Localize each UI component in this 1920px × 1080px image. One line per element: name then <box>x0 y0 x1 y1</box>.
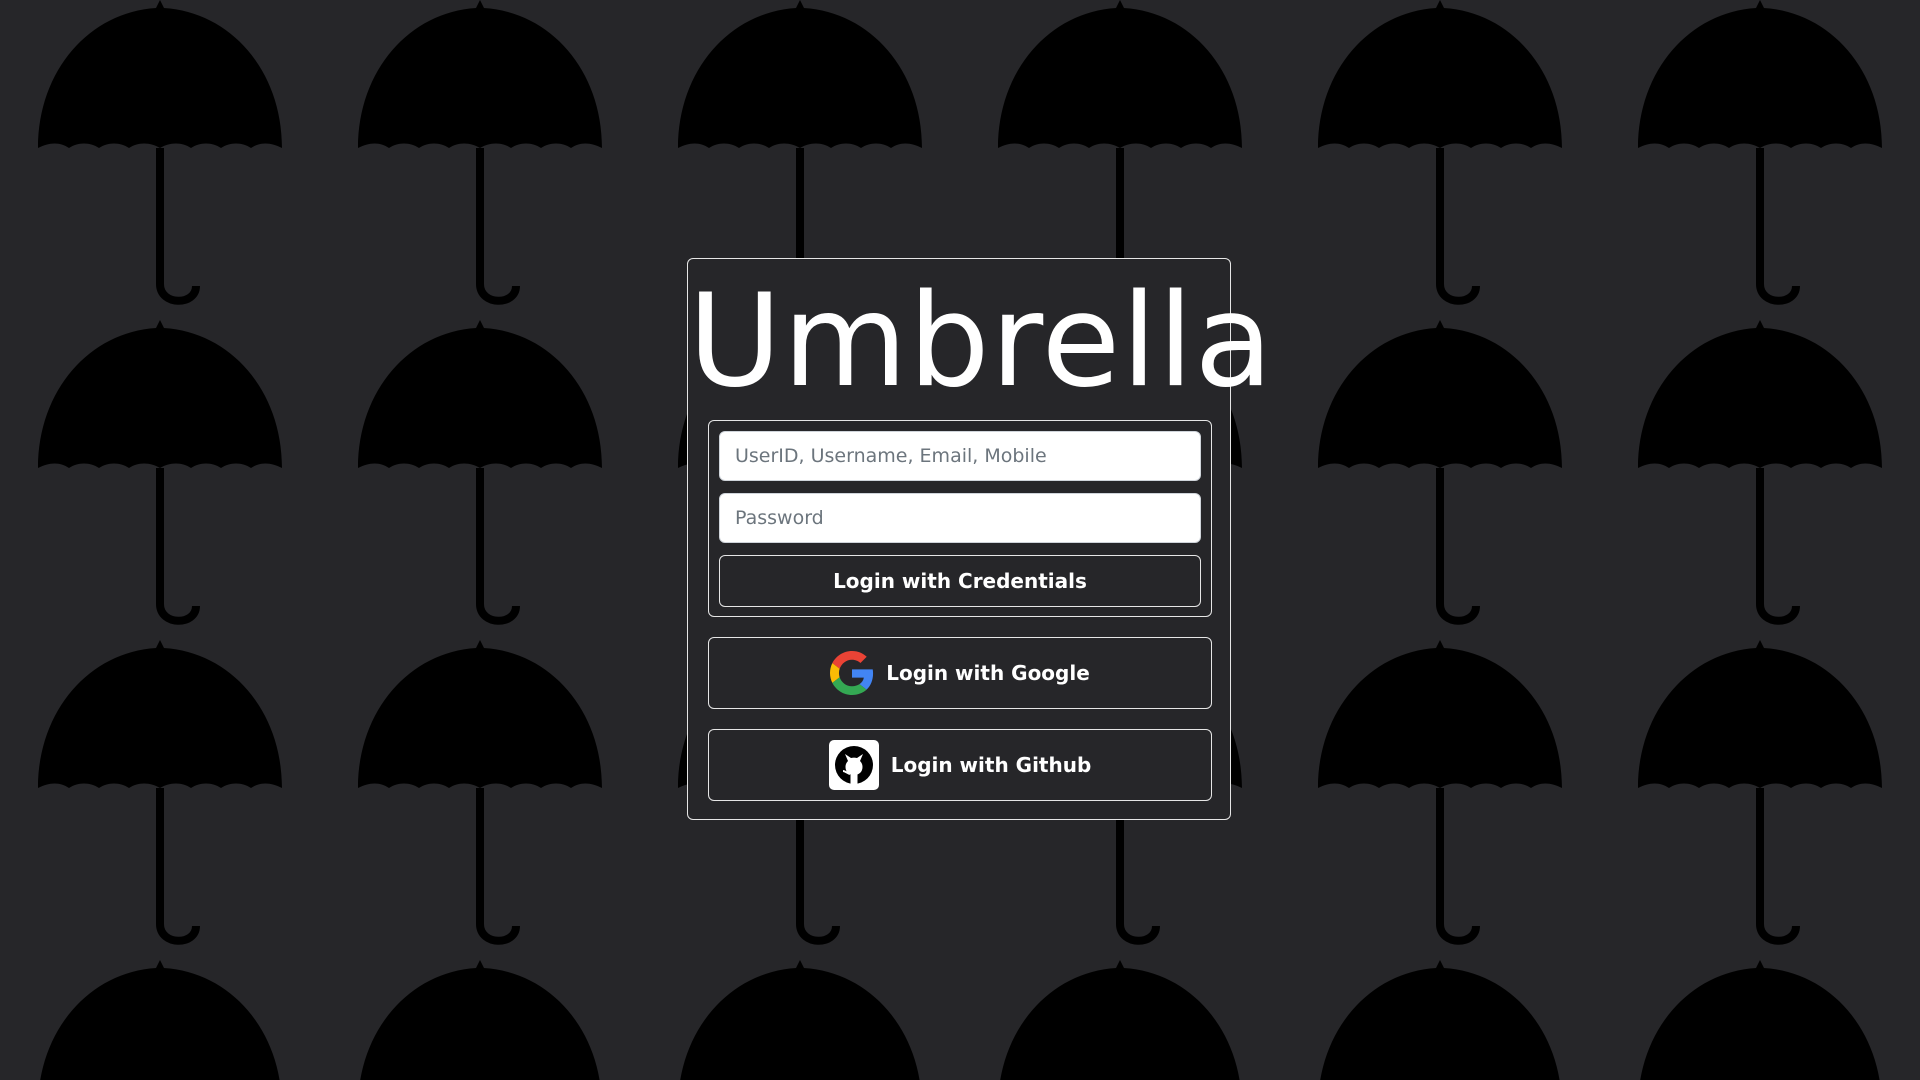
login-google-button[interactable]: Login with Google <box>708 637 1212 709</box>
google-icon <box>830 651 874 695</box>
login-github-button[interactable]: Login with Github <box>708 729 1212 801</box>
login-github-label: Login with Github <box>890 753 1092 777</box>
github-icon <box>828 740 879 790</box>
login-credentials-button[interactable]: Login with Credentials <box>719 555 1201 607</box>
identifier-input[interactable] <box>719 431 1201 481</box>
login-google-label: Login with Google <box>886 661 1090 685</box>
credentials-form: Login with Credentials <box>708 420 1212 617</box>
app-title: Umbrella <box>688 267 1274 416</box>
password-input[interactable] <box>719 493 1201 543</box>
login-credentials-label: Login with Credentials <box>833 569 1087 593</box>
login-card: Umbrella Login with Credentials Login wi… <box>687 258 1274 820</box>
